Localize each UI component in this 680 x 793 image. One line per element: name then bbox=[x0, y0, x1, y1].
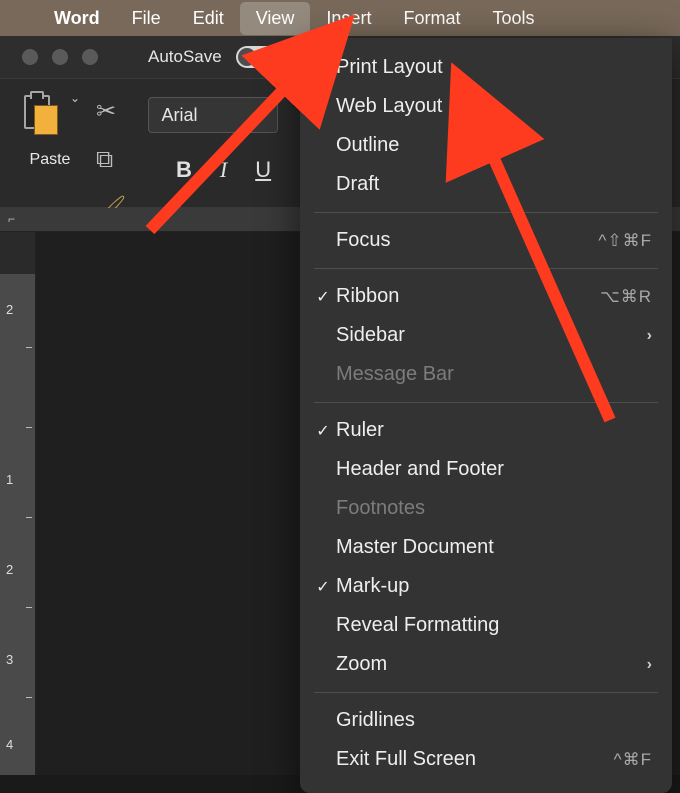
menu-item-ribbon[interactable]: ✓Ribbon⌥⌘R bbox=[300, 277, 672, 316]
check-icon: ✓ bbox=[310, 287, 336, 307]
menu-item-draft[interactable]: Draft bbox=[300, 165, 672, 204]
menu-item-label: Mark-up bbox=[336, 575, 652, 598]
menu-item-mark-up[interactable]: ✓Mark-up bbox=[300, 567, 672, 606]
menu-item-label: Footnotes bbox=[336, 497, 652, 520]
traffic-light-close[interactable] bbox=[22, 49, 38, 65]
menu-item-label: Message Bar bbox=[336, 363, 652, 386]
menubar-view[interactable]: View bbox=[240, 2, 311, 35]
paste-dropdown-caret[interactable]: ⌄ bbox=[70, 91, 80, 105]
menu-item-label: Outline bbox=[336, 134, 652, 157]
menu-item-ruler[interactable]: ✓Ruler bbox=[300, 411, 672, 450]
menu-item-zoom[interactable]: Zoom› bbox=[300, 645, 672, 684]
paste-button-label: Paste bbox=[30, 151, 71, 169]
menu-item-focus[interactable]: Focus^⇧⌘F bbox=[300, 221, 672, 260]
ruler-mark: 1 bbox=[6, 472, 13, 487]
menu-item-label: Master Document bbox=[336, 536, 652, 559]
ruler-mark: 2 bbox=[6, 562, 13, 577]
menu-shortcut: ⌥⌘R bbox=[600, 287, 652, 307]
menu-item-label: Web Layout bbox=[336, 95, 652, 118]
menu-item-label: Zoom bbox=[336, 653, 647, 676]
menu-item-exit-full-screen[interactable]: Exit Full Screen^⌘F bbox=[300, 740, 672, 779]
menu-item-header-and-footer[interactable]: Header and Footer bbox=[300, 450, 672, 489]
tab-stop-icon[interactable]: ⌐ bbox=[8, 212, 15, 226]
menu-item-web-layout[interactable]: Web Layout bbox=[300, 87, 672, 126]
check-icon: ✓ bbox=[310, 577, 336, 597]
traffic-light-minimize[interactable] bbox=[52, 49, 68, 65]
ruler-mark: 3 bbox=[6, 652, 13, 667]
menu-item-reveal-formatting[interactable]: Reveal Formatting bbox=[300, 606, 672, 645]
menu-item-label: Print Layout bbox=[336, 56, 652, 79]
menubar-app-name[interactable]: Word bbox=[38, 2, 116, 35]
paste-icon[interactable] bbox=[20, 91, 64, 139]
menu-item-label: Draft bbox=[336, 173, 652, 196]
menubar-format[interactable]: Format bbox=[387, 2, 476, 35]
traffic-light-zoom[interactable] bbox=[82, 49, 98, 65]
bold-button[interactable]: B bbox=[176, 157, 192, 183]
menu-item-label: Sidebar bbox=[336, 324, 647, 347]
submenu-arrow-icon: › bbox=[647, 327, 652, 345]
italic-button[interactable]: I bbox=[220, 157, 227, 183]
menu-item-label: Exit Full Screen bbox=[336, 748, 614, 771]
menu-item-outline[interactable]: Outline bbox=[300, 126, 672, 165]
menubar-file[interactable]: File bbox=[116, 2, 177, 35]
menu-item-label: Ribbon bbox=[336, 285, 600, 308]
submenu-arrow-icon: › bbox=[647, 656, 652, 674]
underline-button[interactable]: U bbox=[255, 157, 271, 183]
menu-item-label: Reveal Formatting bbox=[336, 614, 652, 637]
ruler-mark: 2 bbox=[6, 302, 13, 317]
ruler-mark: 4 bbox=[6, 737, 13, 752]
copy-icon[interactable]: ⧉ bbox=[96, 146, 126, 174]
autosave-toggle[interactable] bbox=[236, 46, 278, 68]
menubar-edit[interactable]: Edit bbox=[177, 2, 240, 35]
menu-item-sidebar[interactable]: Sidebar› bbox=[300, 316, 672, 355]
menu-item-message-bar: Message Bar bbox=[300, 355, 672, 394]
menu-item-gridlines[interactable]: Gridlines bbox=[300, 701, 672, 740]
menubar-tools[interactable]: Tools bbox=[476, 2, 550, 35]
vertical-ruler[interactable]: 2 1 2 3 4 bbox=[0, 232, 36, 775]
menubar-insert[interactable]: Insert bbox=[310, 2, 387, 35]
check-icon: ✓ bbox=[310, 421, 336, 441]
menu-shortcut: ^⌘F bbox=[614, 750, 652, 770]
font-name-value: Arial bbox=[161, 105, 197, 126]
menu-shortcut: ^⇧⌘F bbox=[598, 231, 652, 251]
view-menu-dropdown: ✓Print LayoutWeb LayoutOutlineDraftFocus… bbox=[300, 38, 672, 793]
menu-item-footnotes: Footnotes bbox=[300, 489, 672, 528]
menu-item-master-document[interactable]: Master Document bbox=[300, 528, 672, 567]
menu-item-label: Focus bbox=[336, 229, 598, 252]
font-name-combobox[interactable]: Arial bbox=[148, 97, 278, 133]
menu-item-label: Header and Footer bbox=[336, 458, 652, 481]
cut-icon[interactable]: ✂ bbox=[96, 97, 126, 126]
menu-item-label: Ruler bbox=[336, 419, 652, 442]
mac-menubar: Word File Edit View Insert Format Tools bbox=[0, 0, 680, 36]
check-icon: ✓ bbox=[310, 58, 336, 78]
menu-item-print-layout[interactable]: ✓Print Layout bbox=[300, 48, 672, 87]
autosave-label: AutoSave bbox=[148, 47, 222, 67]
menu-item-label: Gridlines bbox=[336, 709, 652, 732]
